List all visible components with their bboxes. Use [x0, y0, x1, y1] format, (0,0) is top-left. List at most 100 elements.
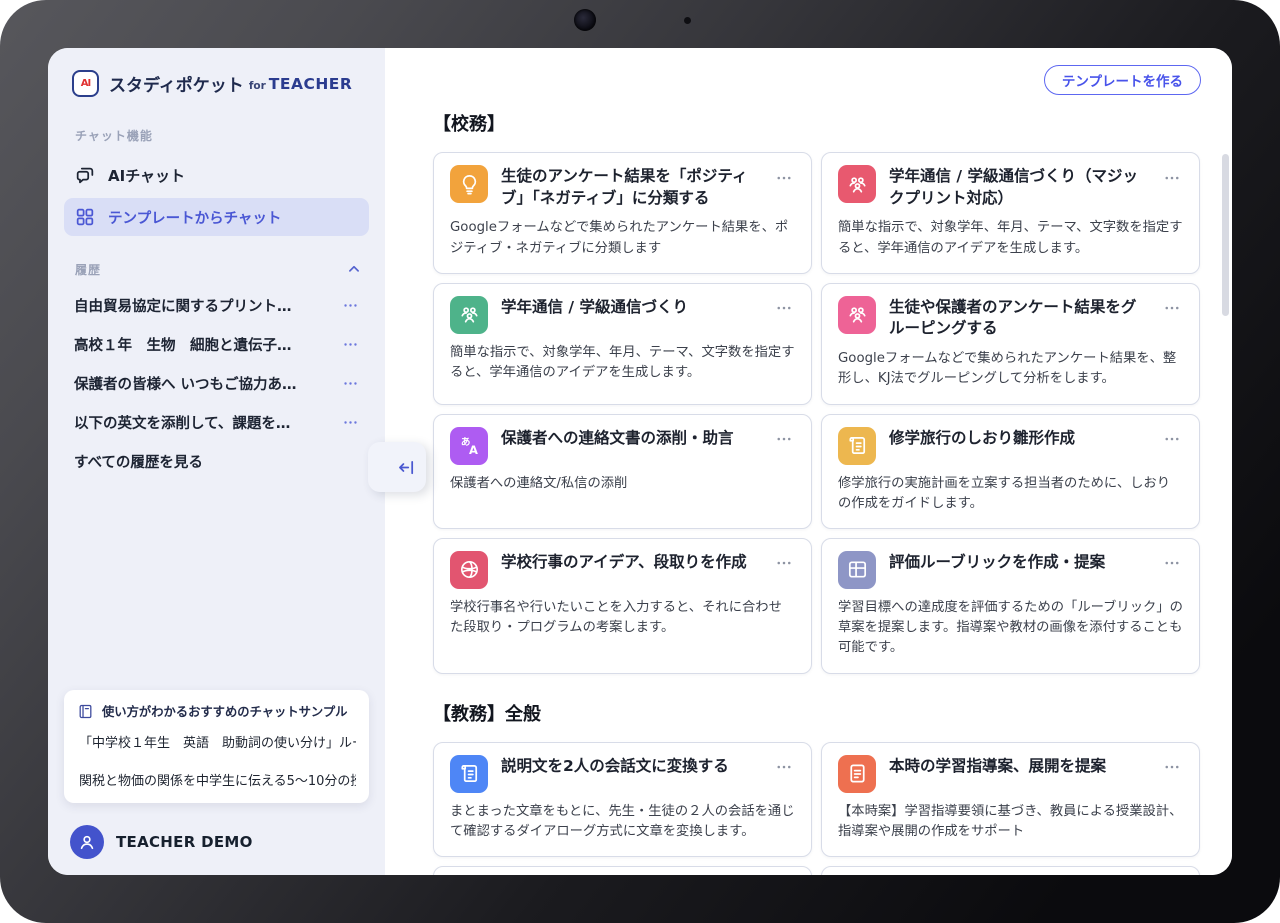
user-name: TEACHER DEMO: [116, 833, 253, 851]
card-title: 修学旅行のしおり雛形作成: [889, 428, 1148, 450]
template-card[interactable]: 評価ルーブリックを作成・提案学習目標への達成度を評価するための「ルーブリック」の…: [821, 538, 1200, 674]
card-title: 学校行事のアイデア、段取りを作成: [501, 552, 760, 574]
template-card[interactable]: 生徒のアンケート結果を「ポジティブ」「ネガティブ」に分類する Googleフォーム…: [433, 152, 812, 274]
ambient-sensor: [684, 17, 691, 24]
card-title: 学年通信 / 学級通信づくり: [501, 297, 760, 319]
users-icon: [450, 296, 488, 334]
person-icon: [77, 832, 97, 852]
sample-chat-item[interactable]: 「中学校１年生 英語 助動詞の使い分け」ルー…: [77, 722, 356, 760]
template-card[interactable]: 修学旅行のしおり雛形作成修学旅行の実施計画を立案する担当者のために、しおりの作成…: [821, 414, 1200, 529]
card-title: 本時の学習指導案、展開を提案: [889, 756, 1148, 778]
card-title: 生徒や保護者のアンケート結果をグルーピングする: [889, 297, 1148, 340]
translate-icon: あA: [450, 427, 488, 465]
card-menu-button[interactable]: [1161, 758, 1183, 780]
card-title: 生徒のアンケート結果を「ポジティブ」「ネガティブ」に分類する: [501, 166, 760, 209]
history-item-menu[interactable]: [342, 336, 359, 353]
grid-icon: [74, 206, 96, 228]
template-card[interactable]: テキストから穴埋め問題を3つ程度作成まとまったテキストの中から、穴埋め問題を３つ…: [821, 866, 1200, 875]
card-grid: 説明文を2人の会話文に変換するまとまった文章をもとに、先生・生徒の２人の会話を通…: [433, 742, 1200, 875]
card-grid: 生徒のアンケート結果を「ポジティブ」「ネガティブ」に分類する Googleフォーム…: [433, 152, 1200, 674]
card-description: 学習目標への達成度を評価するための「ルーブリック」の草案を提案します。指導案や教…: [838, 598, 1183, 659]
samples-card: 使い方がわかるおすすめのチャットサンプル 「中学校１年生 英語 助動詞の使い分け…: [64, 690, 369, 803]
users-icon: [838, 165, 876, 203]
history-item[interactable]: 以下の英文を添削して、課題を…: [64, 403, 369, 442]
brand-product: TEACHER: [269, 75, 353, 93]
history-label: 履歴: [75, 261, 101, 278]
template-card[interactable]: 学年通信 / 学級通信づくり（マジックプリント対応） 簡単な指示で、対象学年、年月…: [821, 152, 1200, 274]
sample-chat-item[interactable]: 関税と物価の関係を中学生に伝える5〜10分の授…: [77, 760, 356, 798]
card-menu-button[interactable]: [773, 168, 795, 190]
sidebar-item-label: テンプレートからチャット: [108, 207, 281, 228]
card-menu-button[interactable]: [1161, 299, 1183, 321]
card-header: 学年通信 / 学級通信づくり（マジックプリント対応）: [838, 165, 1183, 209]
card-description: Googleフォームなどで集められたアンケート結果を、ポジティブ・ネガティブに分…: [450, 218, 795, 258]
create-template-button[interactable]: テンプレートを作る: [1044, 65, 1201, 95]
template-card[interactable]: 本時の学習指導案、展開を提案【本時案】学習指導要領に基づき、教員による授業設計、…: [821, 742, 1200, 857]
lightbulb-icon: [450, 165, 488, 203]
history-item-title: 以下の英文を添削して、課題を…: [74, 412, 290, 433]
card-menu-button[interactable]: [1161, 554, 1183, 576]
template-card[interactable]: あA保護者への連絡文書の添削・助言保護者への連絡文/私信の添削: [433, 414, 812, 529]
tablet-frame: AI スタディポケット for TEACHER チャット機能 AIチャットテンプ…: [0, 0, 1280, 923]
card-header: あA保護者への連絡文書の添削・助言: [450, 427, 795, 465]
card-description: 簡単な指示で、対象学年、年月、テーマ、文字数を指定すると、学年通信のアイデアを生…: [838, 218, 1183, 258]
sidebar-nav: AIチャットテンプレートからチャット: [64, 156, 369, 236]
collapse-sidebar-button[interactable]: [368, 442, 426, 492]
view-all-history[interactable]: すべての履歴を見る: [64, 442, 369, 481]
template-card[interactable]: 説明文を2人の会話文に変換するまとまった文章をもとに、先生・生徒の２人の会話を通…: [433, 742, 812, 857]
app-logo: AI スタディポケット for TEACHER: [72, 70, 365, 97]
sidebar-item-label: AIチャット: [108, 165, 185, 186]
sidebar-item-ai-chat[interactable]: AIチャット: [64, 156, 369, 194]
card-menu-button[interactable]: [773, 554, 795, 576]
card-description: 簡単な指示で、対象学年、年月、テーマ、文字数を指定すると、学年通信のアイデアを生…: [450, 343, 795, 383]
history-item[interactable]: 自由貿易協定に関するプリント…: [64, 286, 369, 325]
card-header: 説明文を2人の会話文に変換する: [450, 755, 795, 793]
template-card[interactable]: 学校行事のアイデア、段取りを作成学校行事名や行いたいことを入力すると、それに合わ…: [433, 538, 812, 674]
history-item-menu[interactable]: [342, 297, 359, 314]
card-menu-button[interactable]: [773, 430, 795, 452]
template-card[interactable]: 学年通信 / 学級通信づくり簡単な指示で、対象学年、年月、テーマ、文字数を指定す…: [433, 283, 812, 405]
card-description: まとまった文章をもとに、先生・生徒の２人の会話を通じて確認するダイアローグ方式に…: [450, 802, 795, 842]
chat-icon: [74, 164, 96, 186]
card-description: Googleフォームなどで集められたアンケート結果を、整形し、KJ法でグルーピン…: [838, 349, 1183, 389]
sidebar-item-template-chat[interactable]: テンプレートからチャット: [64, 198, 369, 236]
sidebar: AI スタディポケット for TEACHER チャット機能 AIチャットテンプ…: [48, 48, 385, 875]
samples-list: 「中学校１年生 英語 助動詞の使い分け」ルー…関税と物価の関係を中学生に伝える5…: [77, 722, 356, 798]
history-item[interactable]: 高校１年 生物 細胞と遺伝子…: [64, 325, 369, 364]
card-header: 学年通信 / 学級通信づくり: [450, 296, 795, 334]
view-all-history-label: すべての履歴を見る: [74, 451, 203, 472]
history-list: 自由貿易協定に関するプリント… 高校１年 生物 細胞と遺伝子… 保護者の皆様へ いつ…: [64, 286, 369, 481]
brand-for: for: [249, 80, 266, 92]
template-card[interactable]: ?○×クイズをつくる○×で答えられるクイズ問題を作成します。教科だけでなく「生徒…: [433, 866, 812, 875]
users-icon: [838, 296, 876, 334]
card-title: 説明文を2人の会話文に変換する: [501, 756, 760, 778]
card-description: 【本時案】学習指導要領に基づき、教員による授業設計、指導案や展開の作成をサポート: [838, 802, 1183, 842]
card-header: 修学旅行のしおり雛形作成: [838, 427, 1183, 465]
section-title: 【教務】全般: [433, 700, 1200, 726]
scroll-icon: [450, 755, 488, 793]
collapse-sidebar-icon: [396, 457, 417, 478]
chevron-up-icon[interactable]: [345, 260, 363, 278]
main-scrollbar[interactable]: [1222, 154, 1229, 316]
history-item-title: 高校１年 生物 細胞と遺伝子…: [74, 334, 292, 355]
ball-icon: [450, 551, 488, 589]
template-sections: 【校務】生徒のアンケート結果を「ポジティブ」「ネガティブ」に分類するGoogle…: [385, 48, 1232, 875]
card-menu-button[interactable]: [773, 758, 795, 780]
samples-title: 使い方がわかるおすすめのチャットサンプル: [102, 702, 347, 720]
card-menu-button[interactable]: [1161, 168, 1183, 190]
template-card[interactable]: 生徒や保護者のアンケート結果をグルーピングする Googleフォームなどで集められ…: [821, 283, 1200, 405]
card-menu-button[interactable]: [1161, 430, 1183, 452]
book-icon: [77, 703, 94, 720]
svg-text:A: A: [469, 443, 478, 457]
studypocket-logo-icon: AI: [72, 70, 99, 97]
card-description: 保護者への連絡文/私信の添削: [450, 474, 795, 494]
history-item-menu[interactable]: [342, 375, 359, 392]
card-title: 学年通信 / 学級通信づくり（マジックプリント対応）: [889, 166, 1148, 209]
history-item-title: 保護者の皆様へ いつもご協力あ…: [74, 373, 297, 394]
history-item[interactable]: 保護者の皆様へ いつもご協力あ…: [64, 364, 369, 403]
user-account[interactable]: TEACHER DEMO: [70, 825, 369, 859]
chat-features-label: チャット機能: [75, 127, 385, 144]
card-header: 生徒のアンケート結果を「ポジティブ」「ネガティブ」に分類する: [450, 165, 795, 209]
history-item-menu[interactable]: [342, 414, 359, 431]
card-menu-button[interactable]: [773, 299, 795, 321]
